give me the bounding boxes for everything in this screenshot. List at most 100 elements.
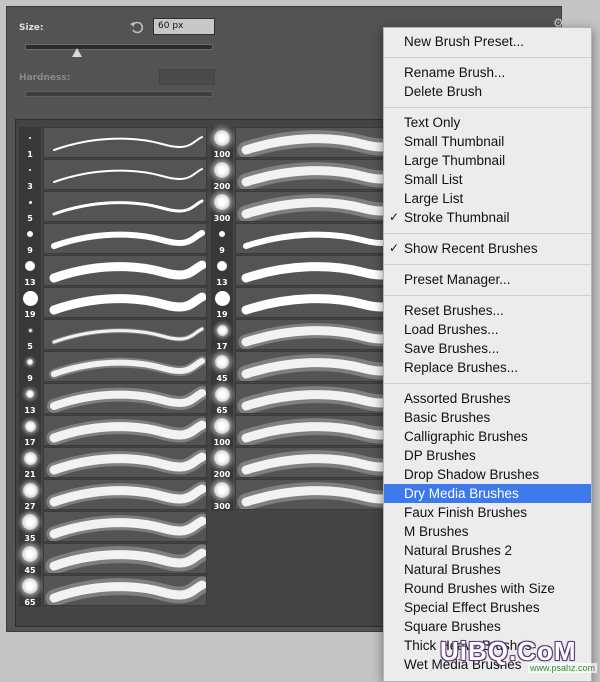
menu-item-replace-brushes[interactable]: Replace Brushes... (384, 358, 591, 377)
brush-size-number: 200 (213, 182, 231, 191)
brush-preset-row[interactable]: 13 (211, 255, 410, 287)
brush-size-number: 65 (216, 406, 228, 415)
brush-size-number: 21 (24, 470, 36, 479)
brush-tip-cell: 45 (19, 543, 41, 575)
menu-item-large-thumbnail[interactable]: Large Thumbnail (384, 151, 591, 170)
brush-preset-row[interactable]: 17 (211, 319, 410, 351)
menu-item-dry-media-brushes[interactable]: Dry Media Brushes (384, 484, 591, 503)
menu-item-label: Rename Brush... (404, 65, 506, 80)
reset-arrow-icon[interactable] (129, 19, 145, 35)
menu-item-label: Large Thumbnail (404, 153, 506, 168)
menu-item-small-thumbnail[interactable]: Small Thumbnail (384, 132, 591, 151)
brush-preset-row[interactable]: 21 (19, 447, 207, 479)
menu-item-drop-shadow-brushes[interactable]: Drop Shadow Brushes (384, 465, 591, 484)
brush-preset-row[interactable]: 100 (211, 127, 410, 159)
menu-item-rename-brush[interactable]: Rename Brush... (384, 63, 591, 82)
menu-item-load-brushes[interactable]: Load Brushes... (384, 320, 591, 339)
menu-item-large-list[interactable]: Large List (384, 189, 591, 208)
brush-size-number: 19 (24, 310, 36, 319)
brush-stroke-thumbnail (43, 127, 207, 158)
menu-item-label: Faux Finish Brushes (404, 505, 528, 520)
brush-preset-row[interactable]: 3 (19, 159, 207, 191)
brush-preset-row[interactable]: 27 (19, 479, 207, 511)
menu-item-label: Save Brushes... (404, 341, 500, 356)
size-slider-thumb[interactable] (72, 48, 83, 57)
brush-tip-icon (25, 261, 35, 271)
brush-size-number: 19 (216, 310, 228, 319)
brush-preset-row[interactable]: 300 (211, 479, 410, 511)
brush-stroke-path (52, 327, 204, 344)
brush-preset-row[interactable]: 9 (211, 223, 410, 255)
menu-item-label: Round Brushes with Size (404, 581, 555, 596)
menu-item-small-list[interactable]: Small List (384, 170, 591, 189)
brush-size-number: 300 (213, 214, 231, 223)
brush-preset-row[interactable]: 200 (211, 159, 410, 191)
brush-preset-row[interactable]: 9 (19, 351, 207, 383)
brush-preset-row[interactable]: 9 (19, 223, 207, 255)
menu-item-basic-brushes[interactable]: Basic Brushes (384, 408, 591, 427)
menu-item-label: New Brush Preset... (404, 34, 525, 49)
brush-preset-row[interactable]: 19 (211, 287, 410, 319)
brush-tip-icon (214, 418, 230, 434)
menu-item-show-recent-brushes[interactable]: ✓ Show Recent Brushes (384, 239, 591, 258)
brush-size-number: 5 (27, 214, 33, 223)
menu-item-faux-finish-brushes[interactable]: Faux Finish Brushes (384, 503, 591, 522)
brush-stroke-thumbnail (43, 287, 207, 318)
brush-tip-cell: 13 (19, 255, 41, 287)
brush-preset-row[interactable]: 200 (211, 447, 410, 479)
menu-item-label: Delete Brush (404, 84, 483, 99)
brush-tip-icon (214, 482, 230, 498)
menu-item-new-brush-preset[interactable]: New Brush Preset... (384, 32, 591, 51)
brush-tip-icon (23, 451, 37, 465)
brush-preset-row[interactable]: 5 (19, 319, 207, 351)
brush-stroke-thumbnail (43, 415, 207, 446)
size-slider-track[interactable] (25, 44, 213, 50)
size-field[interactable]: 60 px (153, 18, 215, 35)
brush-tip-cell: 17 (211, 319, 233, 351)
checkmark-icon: ✓ (389, 241, 400, 255)
menu-item-special-effect-brushes[interactable]: Special Effect Brushes (384, 598, 591, 617)
menu-separator (384, 295, 591, 296)
menu-item-label: Assorted Brushes (404, 391, 511, 406)
brush-tip-cell: 17 (19, 415, 41, 447)
brush-preset-row[interactable]: 45 (19, 543, 207, 575)
menu-item-assorted-brushes[interactable]: Assorted Brushes (384, 389, 591, 408)
brush-preset-row[interactable]: 17 (19, 415, 207, 447)
menu-item-delete-brush[interactable]: Delete Brush (384, 82, 591, 101)
menu-item-m-brushes[interactable]: M Brushes (384, 522, 591, 541)
menu-item-dp-brushes[interactable]: DP Brushes (384, 446, 591, 465)
brush-size-number: 17 (216, 342, 228, 351)
brush-preset-row[interactable]: 65 (19, 575, 207, 607)
menu-item-label: Basic Brushes (404, 410, 491, 425)
brush-tip-icon (29, 169, 31, 171)
brush-tip-cell: 19 (19, 287, 41, 319)
brush-preset-row[interactable]: 65 (211, 383, 410, 415)
menu-item-natural-brushes[interactable]: Natural Brushes (384, 560, 591, 579)
menu-item-preset-manager[interactable]: Preset Manager... (384, 270, 591, 289)
brush-stroke-thumbnail (43, 543, 207, 574)
menu-item-round-brushes-with-size[interactable]: Round Brushes with Size (384, 579, 591, 598)
menu-item-calligraphic-brushes[interactable]: Calligraphic Brushes (384, 427, 591, 446)
menu-item-reset-brushes[interactable]: Reset Brushes... (384, 301, 591, 320)
brush-preset-row[interactable]: 100 (211, 415, 410, 447)
brush-preset-row[interactable]: 35 (19, 511, 207, 543)
brush-preset-row[interactable]: 13 (19, 383, 207, 415)
brush-tip-icon (27, 359, 33, 365)
brush-preset-row[interactable]: 19 (19, 287, 207, 319)
brush-preset-row[interactable]: 13 (19, 255, 207, 287)
menu-item-label: Large List (404, 191, 464, 206)
brush-preset-row[interactable]: 45 (211, 351, 410, 383)
brush-stroke-path (49, 260, 206, 283)
brush-tip-icon (219, 231, 225, 237)
brush-preset-row[interactable]: 1 (19, 127, 207, 159)
brush-preset-row[interactable]: 5 (19, 191, 207, 223)
brush-tip-icon (27, 231, 33, 237)
menu-item-natural-brushes-2[interactable]: Natural Brushes 2 (384, 541, 591, 560)
menu-item-stroke-thumbnail[interactable]: ✓ Stroke Thumbnail (384, 208, 591, 227)
menu-separator (384, 57, 591, 58)
menu-item-text-only[interactable]: Text Only (384, 113, 591, 132)
brush-preset-row[interactable]: 300 (211, 191, 410, 223)
menu-item-square-brushes[interactable]: Square Brushes (384, 617, 591, 636)
menu-item-save-brushes[interactable]: Save Brushes... (384, 339, 591, 358)
menu-item-label: Square Brushes (404, 619, 501, 634)
